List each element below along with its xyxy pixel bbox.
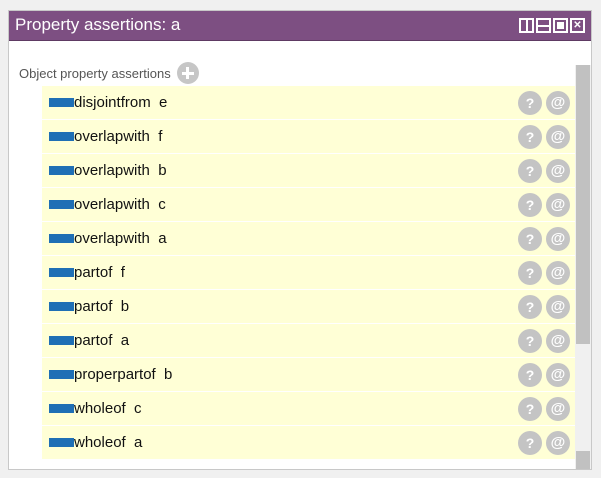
object-property-icon (49, 438, 74, 447)
assertion-label: overlapwith b (74, 162, 167, 179)
help-icon[interactable]: ? (518, 397, 542, 421)
list-item[interactable]: disjointfrom e? @ (42, 86, 575, 120)
annotate-icon[interactable]: @ (546, 363, 570, 387)
list-item[interactable]: partof f? @ (42, 256, 575, 290)
annotate-icon[interactable]: @ (546, 227, 570, 251)
assertion-label: overlapwith a (74, 230, 167, 247)
object-property-icon (49, 166, 74, 175)
help-icon[interactable]: ? (518, 329, 542, 353)
object-property-icon (49, 370, 74, 379)
help-icon[interactable]: ? (518, 261, 542, 285)
object-property-icon (49, 336, 74, 345)
object-property-icon (49, 132, 74, 141)
annotate-icon[interactable]: @ (546, 193, 570, 217)
annotate-icon[interactable]: @ (546, 125, 570, 149)
maximize-icon[interactable] (553, 18, 568, 33)
help-icon[interactable]: ? (518, 159, 542, 183)
section-label: Object property assertions (19, 65, 171, 81)
help-icon[interactable]: ? (518, 193, 542, 217)
list-item[interactable]: overlapwith f? @ (42, 120, 575, 154)
object-property-icon (49, 404, 74, 413)
help-icon[interactable]: ? (518, 363, 542, 387)
annotate-icon[interactable]: @ (546, 295, 570, 319)
assertion-label: partof a (74, 332, 130, 349)
object-property-icon (49, 268, 74, 277)
scrollbar-thumb[interactable] (576, 65, 590, 344)
add-assertion-button[interactable] (176, 62, 199, 84)
panel-title: Property assertions: a (15, 15, 181, 34)
object-property-assertions-header: Object property assertions (19, 62, 199, 84)
annotate-icon[interactable]: @ (546, 91, 570, 115)
annotate-icon[interactable]: @ (546, 397, 570, 421)
split-horizontal-icon[interactable] (536, 18, 551, 33)
list-item[interactable]: wholeof c? @ (42, 392, 575, 426)
split-vertical-icon[interactable] (519, 18, 534, 33)
assertion-label: wholeof a (74, 434, 143, 451)
vertical-scrollbar[interactable] (575, 65, 591, 469)
list-item[interactable]: wholeof a? @ (42, 426, 575, 460)
list-item[interactable]: partof b? @ (42, 290, 575, 324)
assertion-label: partof b (74, 298, 130, 315)
object-property-icon (49, 234, 74, 243)
assertion-label: partof f (74, 264, 125, 281)
close-icon[interactable]: ✕ (570, 18, 585, 33)
list-item[interactable]: properpartof b? @ (42, 358, 575, 392)
assertion-list: disjointfrom e? @ overlapwith f? @ overlapwi… (42, 86, 575, 460)
assertion-label: wholeof c (74, 400, 142, 417)
help-icon[interactable]: ? (518, 91, 542, 115)
annotate-icon[interactable]: @ (546, 261, 570, 285)
panel-content: Object property assertions disjointfrom … (9, 41, 591, 469)
list-item[interactable]: overlapwith c? @ (42, 188, 575, 222)
list-item[interactable]: overlapwith b? @ (42, 154, 575, 188)
assertion-label: overlapwith c (74, 196, 166, 213)
annotate-icon[interactable]: @ (546, 431, 570, 455)
list-item[interactable]: overlapwith a? @ (42, 222, 575, 256)
list-item[interactable]: partof a? @ (42, 324, 575, 358)
scrollbar-end[interactable] (576, 451, 590, 469)
assertion-label: overlapwith f (74, 128, 163, 145)
help-icon[interactable]: ? (518, 295, 542, 319)
object-property-icon (49, 98, 74, 107)
object-property-icon (49, 200, 74, 209)
panel-titlebar: Property assertions: a ✕ (9, 11, 591, 41)
property-assertions-panel: Property assertions: a ✕ Object property… (8, 10, 592, 470)
window-buttons: ✕ (519, 18, 585, 33)
app-frame: Property assertions: a ✕ Object property… (0, 0, 601, 478)
object-property-icon (49, 302, 74, 311)
annotate-icon[interactable]: @ (546, 329, 570, 353)
help-icon[interactable]: ? (518, 431, 542, 455)
help-icon[interactable]: ? (518, 227, 542, 251)
assertion-label: properpartof b (74, 366, 173, 383)
annotate-icon[interactable]: @ (546, 159, 570, 183)
help-icon[interactable]: ? (518, 125, 542, 149)
assertion-label: disjointfrom e (74, 94, 168, 111)
